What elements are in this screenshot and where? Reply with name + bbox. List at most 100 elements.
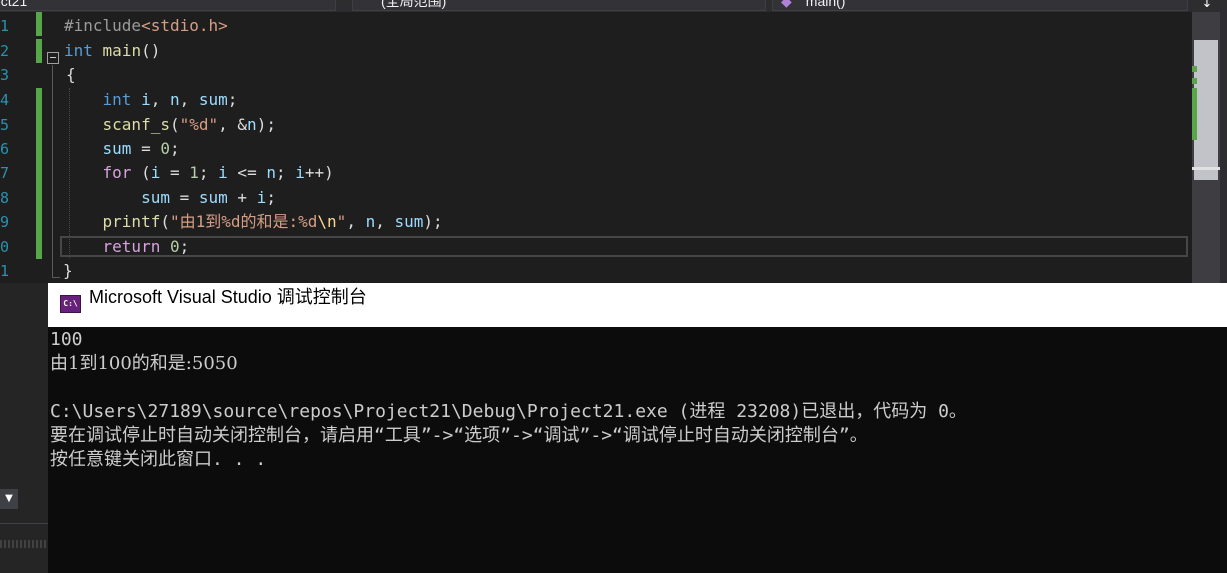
code-token: sum xyxy=(141,188,170,207)
code-token: n xyxy=(266,163,276,182)
vertical-scrollbar[interactable] xyxy=(1190,12,1227,283)
code-token: sum xyxy=(102,139,132,158)
panel-divider xyxy=(0,523,48,524)
code-token: scanf_s xyxy=(102,115,170,134)
code-line: 2 int main() xyxy=(0,39,1190,63)
console-output[interactable]: 100 由1到100的和是:5050 C:\Users\27189\source… xyxy=(50,328,1220,472)
code-token: , xyxy=(179,90,199,109)
scrollbar-edge xyxy=(1220,12,1227,283)
code-token: n xyxy=(365,212,376,231)
console-line: 100 xyxy=(50,329,83,350)
code-text: printf("由1到%d的和是:%d\n", n, sum); xyxy=(64,210,443,234)
code-token: ; xyxy=(198,163,219,182)
project-dropdown[interactable]: ect21 xyxy=(0,0,336,11)
console-line: 由1到100的和是:5050 xyxy=(50,353,238,374)
console-line: C:\Users\27189\source\repos\Project21\De… xyxy=(50,401,967,422)
code-token: ; xyxy=(227,90,238,109)
code-token: 0 xyxy=(169,237,180,256)
code-token: i xyxy=(141,90,151,109)
code-token: i xyxy=(295,163,305,182)
split-arrow-icon[interactable]: ↓ xyxy=(1196,0,1218,12)
code-token: ( xyxy=(131,163,151,182)
code-token: , xyxy=(375,212,395,231)
code-token: + xyxy=(227,188,257,207)
code-token: printf xyxy=(102,212,161,231)
code-token: i xyxy=(150,163,161,182)
panel-grip xyxy=(0,540,48,548)
console-line: 按任意键关闭此窗口. . . xyxy=(50,449,267,470)
line-number: 6 xyxy=(0,140,10,158)
line-number: 1 xyxy=(0,17,10,35)
project-dropdown-label: ect21 xyxy=(0,0,28,9)
code-token: = xyxy=(160,163,190,182)
dropdown-arrow-icon[interactable]: ▼ xyxy=(0,489,18,509)
code-token: , xyxy=(150,90,170,109)
code-token: "由1到%d的和是:%d xyxy=(169,212,318,231)
line-number: 7 xyxy=(0,164,10,182)
code-token: main xyxy=(102,41,142,60)
code-token: int xyxy=(102,90,132,109)
scrollbar-thumb[interactable] xyxy=(1194,40,1218,180)
code-text: for (i = 1; i <= n; i++) xyxy=(64,161,334,185)
code-text: } xyxy=(63,259,73,283)
console-app-icon: C:\ xyxy=(60,295,81,313)
code-token: { xyxy=(66,65,76,84)
code-text: return 0; xyxy=(64,235,190,259)
code-token: , & xyxy=(218,115,248,134)
code-token: "%d" xyxy=(179,115,219,134)
code-token: ; xyxy=(266,188,276,207)
code-token: sum xyxy=(394,212,424,231)
code-token: } xyxy=(63,261,73,280)
code-text: #include<stdio.h> xyxy=(64,14,228,38)
line-number: 1 xyxy=(0,262,10,280)
code-token: ); xyxy=(423,212,443,231)
code-token: <= xyxy=(227,163,267,182)
code-text: sum = 0; xyxy=(64,137,180,161)
code-line: 1 #include<stdio.h> xyxy=(0,14,1190,38)
code-token: 1 xyxy=(189,163,199,182)
code-token: ; xyxy=(179,237,190,256)
code-editor[interactable]: 1 #include<stdio.h> 2 int main() 3{ 4 int … xyxy=(0,12,1190,283)
code-line: 4 int i, n, sum; xyxy=(0,88,1190,112)
scrollbar-change-mark xyxy=(1192,88,1197,140)
code-line: 8 sum = sum + i; xyxy=(0,186,1190,210)
line-number: 5 xyxy=(0,116,10,134)
code-token: () xyxy=(141,41,161,60)
code-token: <stdio.h> xyxy=(141,16,228,35)
code-line: 6 sum = 0; xyxy=(0,137,1190,161)
code-token: sum xyxy=(198,188,228,207)
code-token: = xyxy=(131,139,161,158)
code-token: #include xyxy=(64,16,142,35)
code-token: = xyxy=(169,188,199,207)
code-line: 3{ xyxy=(0,63,1190,87)
line-number: 9 xyxy=(0,213,10,231)
navigation-bar: ect21 (全局范围) ◆ main() ↓ xyxy=(0,0,1227,12)
code-token: n xyxy=(247,115,257,134)
code-line: 5 scanf_s("%d", &n); xyxy=(0,113,1190,137)
code-token: for xyxy=(102,163,132,182)
code-token: ; xyxy=(169,139,180,158)
console-titlebar[interactable]: C:\ Microsoft Visual Studio 调试控制台 xyxy=(48,283,1227,327)
code-token: 0 xyxy=(160,139,170,158)
console-line: 要在调试停止时自动关闭控制台，请启用“工具”->“选项”->“调试”->“调试停… xyxy=(50,425,868,446)
debug-console-window[interactable]: C:\ Microsoft Visual Studio 调试控制台 100 由1… xyxy=(48,283,1227,573)
code-token: i xyxy=(256,188,267,207)
scrollbar-caret-mark xyxy=(1192,167,1220,170)
line-number: 3 xyxy=(0,66,10,84)
code-token: n xyxy=(169,90,180,109)
code-token: ( xyxy=(160,212,170,231)
code-token: ; xyxy=(275,163,296,182)
scope-dropdown[interactable]: (全局范围) xyxy=(352,0,766,11)
code-token: i xyxy=(218,163,228,182)
function-dropdown[interactable]: ◆ main() xyxy=(772,0,1188,11)
code-text: int main() xyxy=(64,39,160,63)
code-line: 0 return 0; xyxy=(0,235,1190,259)
